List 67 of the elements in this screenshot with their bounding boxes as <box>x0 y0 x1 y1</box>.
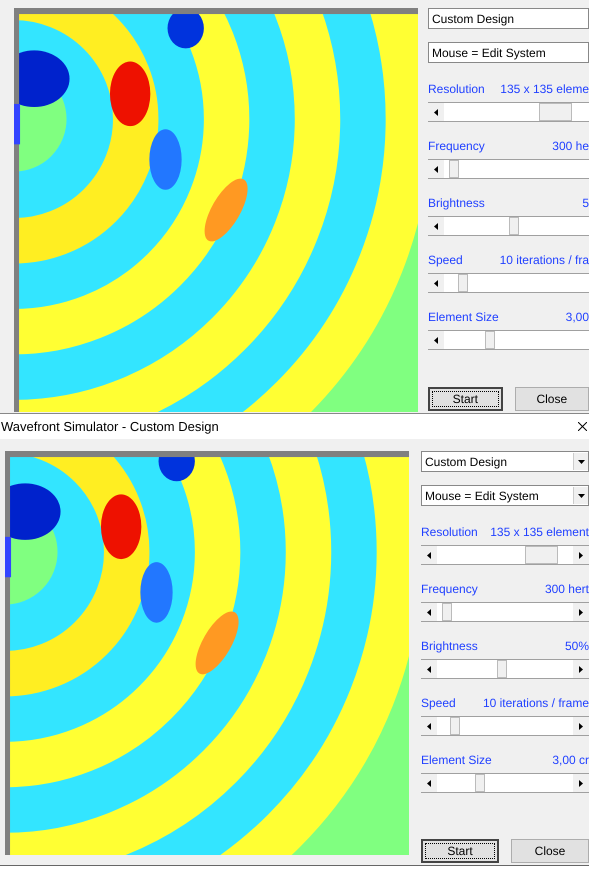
slider-label: Speed <box>428 253 463 267</box>
slider-reading: 135 x 135 eleme <box>500 82 589 96</box>
slider-reading: 10 iterations / frame <box>482 696 589 710</box>
dropdown[interactable]: Mouse = Edit System <box>421 485 589 506</box>
slider[interactable] <box>428 273 589 293</box>
slider[interactable] <box>421 545 589 565</box>
slider-thumb[interactable] <box>474 774 485 792</box>
right-arrow-icon <box>579 666 583 672</box>
left-arrow-icon <box>427 722 431 730</box>
left-arrow-icon <box>427 608 431 616</box>
right-arrow-icon <box>579 608 583 616</box>
slider-thumb[interactable] <box>508 217 519 235</box>
slider-thumb[interactable] <box>450 717 460 735</box>
slider[interactable] <box>428 159 589 179</box>
start-button[interactable]: Start <box>428 387 503 411</box>
slider-reading: 300 hert <box>544 582 589 596</box>
slider-thumb[interactable] <box>484 331 494 349</box>
slider-reading: 10 iterations / fra <box>500 253 589 267</box>
left-arrow-icon <box>434 166 438 172</box>
left-arrow-icon <box>427 666 431 672</box>
slider[interactable] <box>428 216 589 236</box>
slider-label: Speed <box>421 696 456 710</box>
right-arrow-icon <box>579 552 583 558</box>
left-arrow-icon <box>434 222 438 230</box>
left-arrow-icon <box>427 780 431 786</box>
slider-reading: 3,00 <box>566 310 589 324</box>
slider-reading: 300 he <box>552 139 589 153</box>
slider-thumb[interactable] <box>449 160 460 178</box>
start-button[interactable]: Start <box>421 839 500 863</box>
window-title: Wavefront Simulator - Custom Design <box>1 419 219 434</box>
slider[interactable] <box>421 716 589 736</box>
slider-label: Element Size <box>421 753 492 767</box>
close-button[interactable]: Close <box>514 387 589 411</box>
right-arrow-icon <box>579 780 583 786</box>
slider-thumb[interactable] <box>497 660 508 678</box>
slider[interactable] <box>428 330 589 350</box>
left-arrow-icon <box>434 336 438 344</box>
slider-reading: 3,00 cr <box>552 753 589 767</box>
dropdown[interactable]: Custom Design <box>428 8 589 29</box>
slider[interactable] <box>428 102 589 122</box>
dropdown-arrow-icon <box>578 460 584 464</box>
slider-reading: 135 x 135 element <box>490 525 589 539</box>
right-arrow-icon <box>579 722 583 730</box>
dropdown-arrow-icon <box>578 494 584 498</box>
left-arrow-icon <box>427 552 431 558</box>
slider[interactable] <box>421 659 589 679</box>
left-arrow-icon <box>434 108 438 116</box>
slider-label: Element Size <box>428 310 499 324</box>
slider-label: Frequency <box>428 139 485 153</box>
dropdown[interactable]: Mouse = Edit System <box>428 42 589 63</box>
close-icon[interactable] <box>578 422 587 431</box>
slider-label: Resolution <box>428 82 485 96</box>
slider-thumb[interactable] <box>524 546 558 564</box>
slider[interactable] <box>421 773 589 793</box>
slider-reading: 50% <box>564 639 589 653</box>
slider-label: Brightness <box>428 196 485 210</box>
slider-thumb[interactable] <box>442 603 452 621</box>
slider-reading: 5 <box>582 196 589 210</box>
dropdown[interactable]: Custom Design <box>421 451 589 472</box>
slider[interactable] <box>421 602 589 622</box>
slider-label: Frequency <box>421 582 478 596</box>
slider-label: Brightness <box>421 639 478 653</box>
close-button[interactable]: Close <box>511 839 589 863</box>
left-arrow-icon <box>434 280 438 286</box>
slider-label: Resolution <box>421 525 478 539</box>
slider-thumb[interactable] <box>539 103 572 121</box>
slider-thumb[interactable] <box>458 274 468 292</box>
